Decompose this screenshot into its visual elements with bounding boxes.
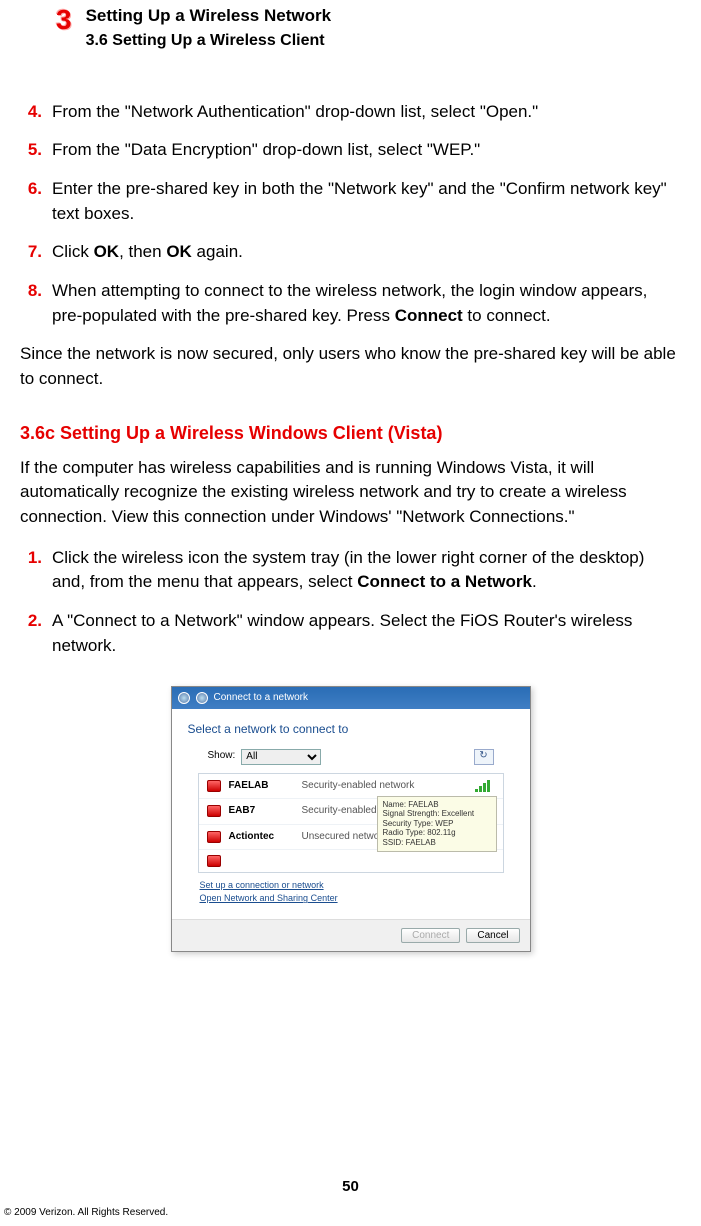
- step-text: When attempting to connect to the wirele…: [52, 279, 681, 328]
- vista-titlebar: Connect to a network: [172, 687, 530, 709]
- signal-icon: [475, 780, 495, 792]
- step-text: From the "Data Encryption" drop-down lis…: [52, 138, 681, 163]
- cancel-button[interactable]: Cancel: [466, 928, 519, 943]
- vista-screenshot: Connect to a network Select a network to…: [20, 686, 681, 952]
- numbered-step: 5. From the "Data Encryption" drop-down l…: [20, 138, 681, 163]
- setup-link[interactable]: Set up a connection or network: [200, 879, 502, 892]
- sharing-center-link[interactable]: Open Network and Sharing Center: [200, 892, 502, 905]
- numbered-step: 7. Click OK, then OK again.: [20, 240, 681, 265]
- numbered-step: 1.Click the wireless icon the system tra…: [20, 546, 681, 595]
- step-text: A "Connect to a Network" window appears.…: [52, 609, 681, 658]
- copyright: © 2009 Verizon. All Rights Reserved.: [4, 1206, 168, 1221]
- numbered-step: 2.A "Connect to a Network" window appear…: [20, 609, 681, 658]
- step-number: 2.: [20, 609, 42, 658]
- step-number: 7.: [20, 240, 42, 265]
- list-item[interactable]: [199, 850, 503, 872]
- sub-heading: 3.6c Setting Up a Wireless Windows Clien…: [20, 420, 681, 446]
- vista-title: Connect to a network: [214, 691, 309, 706]
- network-icon: [207, 855, 221, 867]
- paragraph: Since the network is now secured, only u…: [20, 342, 681, 391]
- refresh-icon[interactable]: ↻: [474, 749, 494, 765]
- step-text: Click OK, then OK again.: [52, 240, 681, 265]
- network-name: FAELAB: [229, 779, 294, 794]
- network-name: EAB7: [229, 804, 294, 819]
- forward-icon: [196, 692, 208, 704]
- vista-dialog: Connect to a network Select a network to…: [171, 686, 531, 952]
- network-name: Actiontec: [229, 830, 294, 845]
- step-text: Click the wireless icon the system tray …: [52, 546, 681, 595]
- network-icon: [207, 831, 221, 843]
- page-header: 3 Setting Up a Wireless Network 3.6 Sett…: [20, 0, 681, 52]
- show-label: Show:: [208, 749, 236, 764]
- network-status: Security-enabled network: [302, 779, 467, 794]
- network-icon: [207, 780, 221, 792]
- page-number: 50: [0, 1176, 701, 1198]
- chapter-number-icon: 3: [56, 4, 72, 34]
- show-select[interactable]: All: [241, 749, 321, 765]
- paragraph: If the computer has wireless capabilitie…: [20, 456, 681, 530]
- step-number: 8.: [20, 279, 42, 328]
- step-number: 5.: [20, 138, 42, 163]
- step-text: Enter the pre-shared key in both the "Ne…: [52, 177, 681, 226]
- network-list: FAELAB Security-enabled network Name: FA…: [198, 773, 504, 874]
- back-icon: [178, 692, 190, 704]
- step-text: From the "Network Authentication" drop-d…: [52, 100, 681, 125]
- step-number: 6.: [20, 177, 42, 226]
- vista-heading: Select a network to connect to: [188, 721, 514, 738]
- page-content: 4. From the "Network Authentication" drop…: [20, 52, 681, 952]
- step-number: 1.: [20, 546, 42, 595]
- section-title: 3.6 Setting Up a Wireless Client: [86, 29, 331, 52]
- network-icon: [207, 805, 221, 817]
- numbered-step: 4. From the "Network Authentication" drop…: [20, 100, 681, 125]
- numbered-step: 6.Enter the pre-shared key in both the "…: [20, 177, 681, 226]
- connect-button[interactable]: Connect: [401, 928, 460, 943]
- numbered-step: 8.When attempting to connect to the wire…: [20, 279, 681, 328]
- chapter-title: Setting Up a Wireless Network: [86, 4, 331, 29]
- network-tooltip: Name: FAELAB Signal Strength: Excellent …: [377, 796, 497, 852]
- step-number: 4.: [20, 100, 42, 125]
